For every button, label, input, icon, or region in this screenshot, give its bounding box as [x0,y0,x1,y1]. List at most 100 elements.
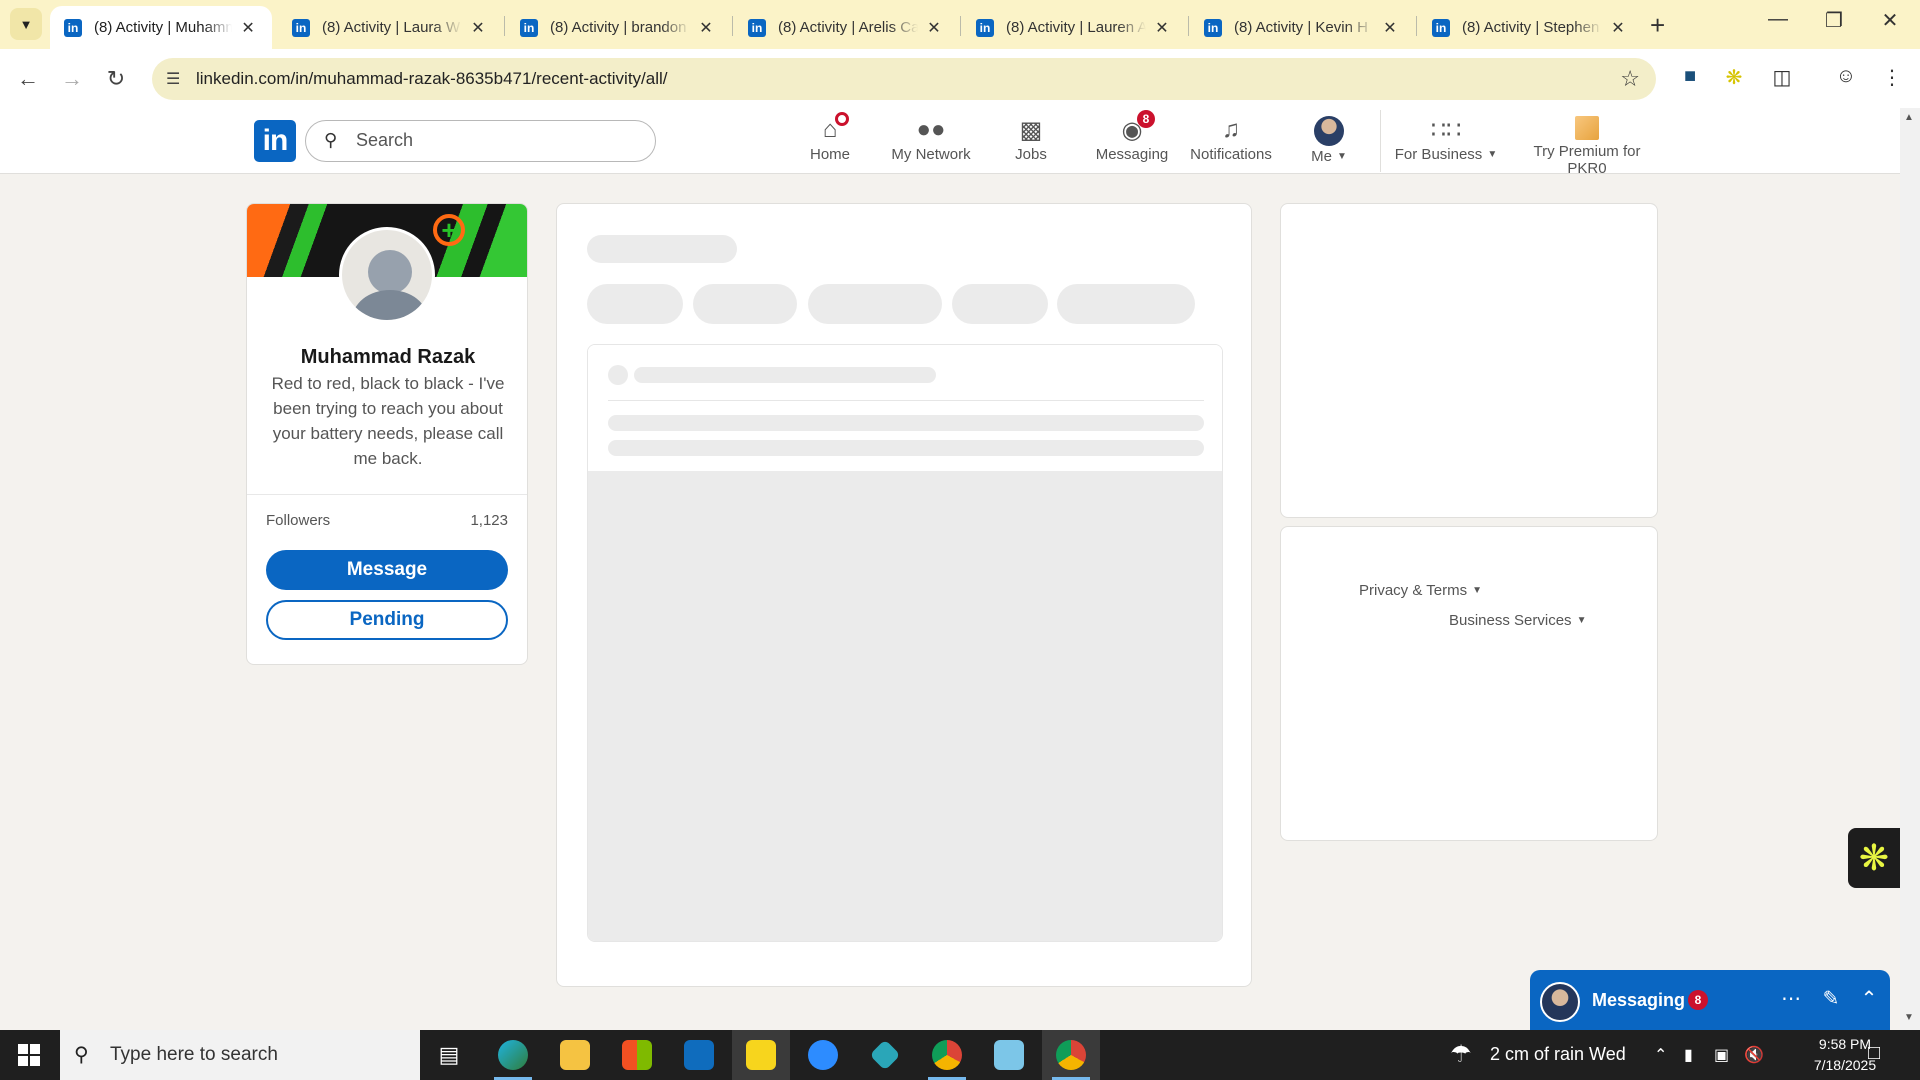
linkedin-favicon-icon: in [64,18,82,37]
tab-search-chevron-icon[interactable]: ▼ [10,8,42,40]
tab-title: (8) Activity | Muhammad Razak [94,19,233,36]
new-tab-icon[interactable]: + [1650,10,1665,41]
divider [247,494,527,495]
chrome-icon[interactable] [918,1030,976,1080]
close-window-icon[interactable]: ✕ [1870,8,1910,33]
minimize-icon[interactable]: — [1758,8,1798,31]
message-button[interactable]: Message [266,550,508,590]
browser-tab[interactable]: in (8) Activity | Lauren A ✕ [962,6,1188,49]
browser-tab-bar: ▼ in (8) Activity | Muhammad Razak ✕ in … [0,0,1920,49]
reload-icon[interactable]: ↻ [100,63,132,95]
notifications-center-icon[interactable]: □ [1868,1042,1880,1065]
network-icon[interactable]: ▣ [1714,1045,1729,1065]
edge-browser-icon[interactable] [484,1030,542,1080]
close-tab-icon[interactable]: ✕ [1380,18,1400,38]
home-icon: ⌂ [813,112,849,144]
close-tab-icon[interactable]: ✕ [1152,18,1172,38]
scroll-down-arrow-icon[interactable]: ▼ [1904,1012,1914,1023]
profile-icon[interactable]: ☺ [1832,65,1860,88]
search-input[interactable] [356,130,636,151]
nav-try-premium[interactable]: Try Premium for PKR0 [1512,116,1662,177]
profile-name[interactable]: Muhammad Razak [247,346,527,369]
windows-taskbar: ⚲ Type here to search ▤ ☂ 2 cm of rain W… [0,1030,1920,1080]
messaging-title[interactable]: Messaging [1592,990,1685,1011]
task-view-icon[interactable]: ▤ [420,1030,478,1080]
chrome-active-icon[interactable] [1042,1030,1100,1080]
browser-tab[interactable]: in (8) Activity | Stephen ✕ [1418,6,1644,49]
privacy-terms-link[interactable]: Privacy & Terms ▼ [1359,582,1482,599]
avatar [1540,982,1580,1022]
battery-icon[interactable]: ▮ [1684,1045,1693,1065]
sticky-notes-icon[interactable] [732,1030,790,1080]
chevron-up-icon[interactable]: ⌃ [1654,1045,1667,1065]
browser-menu-icon[interactable]: ⋮ [1878,65,1906,90]
skeleton-title [587,235,737,263]
nav-me[interactable]: Me ▼ [1306,116,1352,168]
nav-jobs[interactable]: ▩ Jobs [1010,116,1052,168]
search-box[interactable]: ⚲ [305,120,656,162]
bookmark-star-icon[interactable]: ☆ [1620,66,1640,92]
browser-tab[interactable]: in (8) Activity | Arelis Ca ✕ [734,6,960,49]
floating-extension-sparkle-icon[interactable]: ❋ [1848,828,1900,888]
extension-folder-icon[interactable]: ■ [1676,65,1704,88]
nav-messaging[interactable]: ◉ 8 Messaging [1092,110,1172,168]
nav-notifications[interactable]: ♫ Notifications [1188,116,1274,168]
linkedin-favicon-icon: in [520,18,538,37]
page-scrollbar[interactable] [1900,108,1920,1030]
close-tab-icon[interactable]: ✕ [696,18,716,38]
search-icon: ⚲ [74,1044,89,1066]
file-explorer-icon[interactable] [546,1030,604,1080]
avatar [1314,116,1344,146]
browser-tab[interactable]: in (8) Activity | Laura W ✕ [278,6,504,49]
extension-sparkle-icon[interactable]: ❋ [1720,65,1748,90]
skeleton-line [608,415,1204,431]
skeleton-line [608,440,1204,456]
pending-button[interactable]: Pending [266,600,508,640]
avatar-placeholder-head [368,250,412,294]
close-tab-icon[interactable]: ✕ [468,18,488,38]
zoom-icon[interactable] [794,1030,852,1080]
chevron-up-icon[interactable]: ⌃ [1856,986,1882,1011]
vpn-app-icon[interactable] [856,1030,914,1080]
windows-start-icon[interactable] [18,1044,40,1066]
messaging-overlay-bar[interactable]: Messaging 8 ⋯ ✎ ⌃ [1530,970,1890,1030]
skeleton-post-header [588,345,1222,471]
speaker-muted-icon[interactable]: 🔇 [1744,1045,1764,1065]
mail-icon[interactable] [670,1030,728,1080]
microsoft-store-icon[interactable] [608,1030,666,1080]
profile-card: + Muhammad Razak Red to red, black to bl… [246,203,528,665]
forward-icon[interactable]: → [56,63,88,95]
skeleton-filter-pill [808,284,942,324]
close-tab-icon[interactable]: ✕ [238,18,258,38]
compose-icon[interactable]: ✎ [1818,986,1844,1011]
extensions-puzzle-icon[interactable]: ◫ [1768,65,1796,90]
weather-rain-icon[interactable]: ☂ [1450,1040,1472,1069]
business-services-link[interactable]: Business Services ▼ [1449,612,1586,629]
taskbar-search[interactable]: ⚲ Type here to search [60,1030,420,1080]
browser-tab-active[interactable]: in (8) Activity | Muhammad Razak ✕ [50,6,272,49]
more-options-icon[interactable]: ⋯ [1778,986,1804,1011]
nav-my-network[interactable]: ●● My Network [886,116,976,168]
browser-tab[interactable]: in (8) Activity | Kevin H ✕ [1190,6,1416,49]
tab-title: (8) Activity | Kevin H [1234,19,1368,36]
nav-home[interactable]: ⌂ Home [800,112,860,168]
linkedin-logo[interactable]: in [254,120,296,162]
cover-plus-logo-icon: + [433,214,465,246]
profile-avatar[interactable] [339,227,435,323]
skeleton-post [587,344,1223,942]
close-tab-icon[interactable]: ✕ [924,18,944,38]
skeleton-filter-pill [693,284,797,324]
notepad-icon[interactable] [980,1030,1038,1080]
jobs-icon: ▩ [1019,117,1043,144]
address-bar[interactable]: ☰ linkedin.com/in/muhammad-razak-8635b47… [152,58,1656,100]
site-info-icon[interactable]: ☰ [166,69,180,89]
address-url[interactable]: linkedin.com/in/muhammad-razak-8635b471/… [196,69,668,89]
browser-tab[interactable]: in (8) Activity | brandon ✕ [506,6,732,49]
nav-for-business[interactable]: ∷∷ For Business ▼ [1394,116,1498,168]
back-icon[interactable]: ← [12,63,44,95]
scroll-up-arrow-icon[interactable]: ▲ [1904,112,1914,123]
tab-title: (8) Activity | brandon [550,19,687,36]
restore-icon[interactable]: ❐ [1814,8,1854,33]
weather-text[interactable]: 2 cm of rain Wed [1490,1044,1626,1065]
close-tab-icon[interactable]: ✕ [1608,18,1628,38]
